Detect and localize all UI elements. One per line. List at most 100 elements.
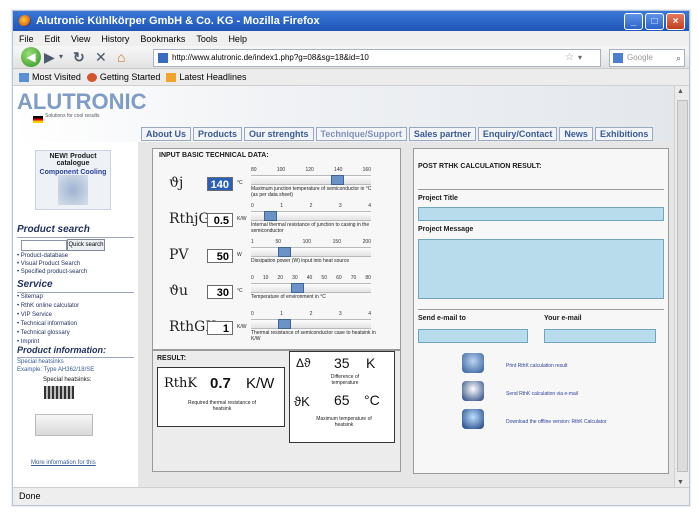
- printer-icon[interactable]: [462, 353, 484, 373]
- main-area: INPUT BASIC TECHNICAL DATA: ϑj 140 °C 80 100…: [138, 142, 675, 488]
- getting-started-icon: [86, 72, 97, 82]
- catalogue-teaser[interactable]: NEW! Product catalogue Component Cooling: [35, 150, 111, 210]
- project-title-input[interactable]: [418, 207, 664, 221]
- address-bar[interactable]: http://www.alutronic.de/index1.php?g=08&…: [153, 49, 601, 67]
- project-message-textarea[interactable]: [418, 239, 664, 299]
- nav-our-strenghts[interactable]: Our strenghts: [244, 127, 314, 141]
- print-result-link[interactable]: Print RthK calculation result: [506, 363, 567, 369]
- parameter-description: Maximum junction temperature of semicond…: [251, 186, 372, 198]
- scale-tick-label: 1: [251, 239, 254, 245]
- quick-search-input[interactable]: [21, 240, 67, 251]
- german-flag-icon[interactable]: [33, 116, 43, 123]
- bookmark-star-icon[interactable]: ☆: [565, 50, 574, 66]
- menu-bookmarks[interactable]: Bookmarks: [140, 34, 185, 44]
- slider-thumb[interactable]: [264, 211, 277, 221]
- back-button[interactable]: ◀: [21, 47, 41, 67]
- left-sidebar: NEW! Product catalogue Component Cooling…: [13, 142, 138, 488]
- tk-symbol: ϑK: [294, 394, 310, 409]
- stop-button[interactable]: ✕: [95, 49, 107, 65]
- menu-help[interactable]: Help: [228, 34, 247, 44]
- slider-thumb[interactable]: [291, 283, 304, 293]
- search-engine-icon[interactable]: [613, 53, 623, 63]
- quick-search-button[interactable]: Quick search: [67, 239, 105, 251]
- parameter-slider[interactable]: [251, 211, 371, 221]
- parameter-value-input[interactable]: 140: [207, 177, 233, 191]
- close-button[interactable]: ×: [666, 13, 685, 30]
- scale-tick-label: 140: [334, 167, 343, 173]
- send-email-to-input[interactable]: [418, 329, 528, 343]
- home-button[interactable]: ⌂: [117, 49, 125, 65]
- slider-scale: 0 10 20 30 40 50 60 70 80: [251, 275, 371, 281]
- send-email-link[interactable]: Send RthK calculation via e-mail: [506, 391, 578, 397]
- maximize-button[interactable]: □: [645, 13, 664, 30]
- parameter-value-input[interactable]: 0.5: [207, 213, 233, 227]
- vertical-scrollbar[interactable]: ▲ ▼: [674, 86, 689, 488]
- nav-enquiry-contact[interactable]: Enquiry/Contact: [477, 127, 558, 141]
- nav-news[interactable]: News: [559, 127, 593, 141]
- scrollbar-thumb[interactable]: [677, 100, 688, 472]
- slider-thumb[interactable]: [278, 319, 291, 329]
- menu-tools[interactable]: Tools: [196, 34, 217, 44]
- scale-tick-label: 4: [368, 311, 371, 317]
- parameter-value-input[interactable]: 30: [207, 285, 233, 299]
- scroll-down-icon[interactable]: ▼: [677, 479, 684, 486]
- parameter-value-input[interactable]: 1: [207, 321, 233, 335]
- slider-scale: 0 1 2 3 4: [251, 203, 371, 209]
- link-technical-information[interactable]: • Technical information: [17, 321, 77, 327]
- parameter-slider[interactable]: [251, 283, 371, 293]
- forward-button[interactable]: ▶: [44, 49, 55, 65]
- menu-file[interactable]: File: [19, 34, 34, 44]
- scroll-up-icon[interactable]: ▲: [677, 88, 684, 95]
- status-bar: Done: [13, 487, 689, 505]
- link-rthk-calculator[interactable]: • RthK online calculator: [17, 303, 79, 309]
- parameter-slider[interactable]: [251, 247, 371, 257]
- slider-thumb[interactable]: [278, 247, 291, 257]
- bookmark-latest-headlines[interactable]: Latest Headlines: [166, 72, 246, 82]
- parameter-slider[interactable]: [251, 175, 371, 185]
- menu-view[interactable]: View: [71, 34, 90, 44]
- bookmark-getting-started[interactable]: Getting Started: [86, 72, 160, 82]
- history-dropdown-icon[interactable]: ▾: [59, 49, 63, 65]
- your-email-input[interactable]: [544, 329, 656, 343]
- parameter-description: Thermal resistance of semiconductor case…: [251, 330, 376, 342]
- download-offline-link[interactable]: Download the offline version: RthK Calcu…: [506, 419, 607, 425]
- slider-scale: 0 1 2 3 4: [251, 311, 371, 317]
- link-visual-product-search[interactable]: • Visual Product Search: [17, 261, 80, 267]
- download-disk-icon[interactable]: [462, 409, 484, 429]
- nav-about-us[interactable]: About Us: [141, 127, 191, 141]
- nav-exhibitions[interactable]: Exhibitions: [594, 127, 654, 141]
- heatsink-image[interactable]: [44, 386, 74, 399]
- link-specified-product-search[interactable]: • Specified product-search: [17, 269, 87, 275]
- search-input[interactable]: Google ⌕: [609, 49, 685, 67]
- link-sitemap[interactable]: • Sitemap: [17, 294, 43, 300]
- url-dropdown-icon[interactable]: ▾: [578, 50, 582, 66]
- most-visited-icon: [19, 72, 29, 82]
- nav-sales-partner[interactable]: Sales partner: [408, 127, 476, 141]
- link-vip-service[interactable]: • VIP Service: [17, 312, 52, 318]
- nav-products[interactable]: Products: [193, 127, 243, 141]
- parameter-value-input[interactable]: 50: [207, 249, 233, 263]
- bookmark-most-visited[interactable]: Most Visited: [19, 72, 81, 82]
- link-label: Specified product-search: [20, 269, 88, 275]
- link-technical-glossary[interactable]: • Technical glossary: [17, 330, 70, 336]
- reload-button[interactable]: ↻: [73, 49, 85, 65]
- heatsink-drawing-image[interactable]: [35, 414, 93, 436]
- nav-technique-support[interactable]: Technique/Support: [315, 127, 407, 141]
- menu-edit[interactable]: Edit: [45, 34, 61, 44]
- scale-tick-label: 40: [306, 275, 313, 281]
- minimize-button[interactable]: _: [624, 13, 643, 30]
- link-product-database[interactable]: • Product-database: [17, 253, 68, 259]
- search-icon[interactable]: ⌕: [676, 50, 681, 66]
- navigation-toolbar: ◀ ▶ ▾ ↻ ✕ ⌂ http://www.alutronic.de/inde…: [13, 46, 689, 69]
- post-title: POST RTHK CALCULATION RESULT:: [418, 163, 542, 170]
- send-email-to-label: Send e-mail to: [418, 315, 466, 322]
- more-information-link[interactable]: More information for this: [31, 460, 96, 466]
- rthk-value: 0.7: [210, 375, 231, 392]
- parameter-slider[interactable]: [251, 319, 371, 329]
- site-logo[interactable]: ALUTRONIC: [17, 89, 147, 115]
- parameter-unit: °C: [237, 288, 243, 294]
- search-placeholder: Google: [627, 53, 653, 62]
- slider-thumb[interactable]: [331, 175, 344, 185]
- menu-history[interactable]: History: [101, 34, 129, 44]
- email-icon[interactable]: [462, 381, 484, 401]
